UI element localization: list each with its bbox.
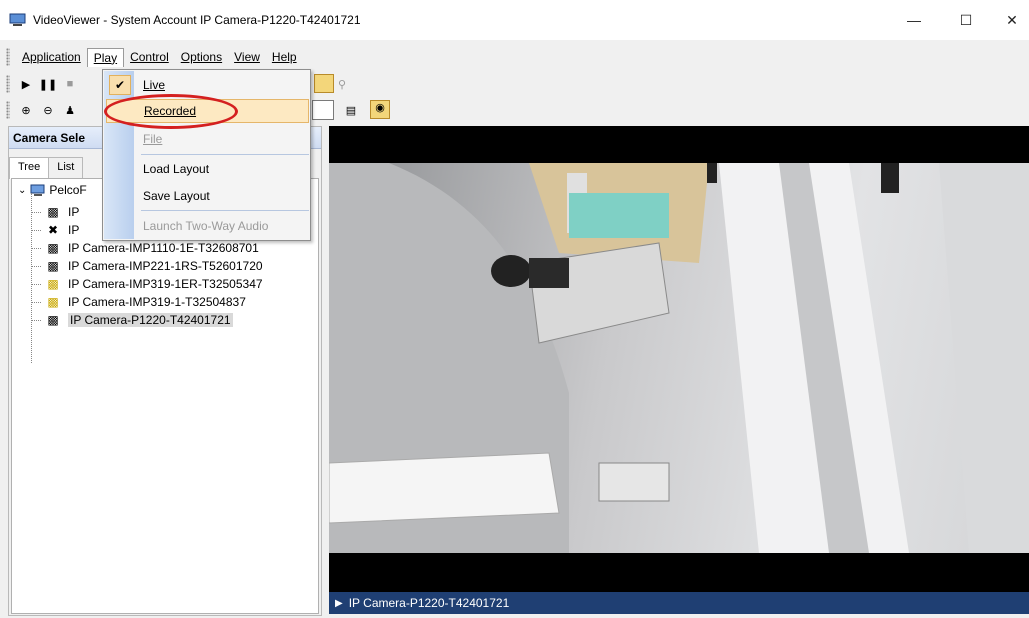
tree-root-node[interactable]: ⌄ PelcoF [18, 183, 87, 197]
play-icon[interactable]: ▶ [16, 75, 36, 93]
camera-label: IP Camera-IMP221-1RS-T52601720 [68, 259, 263, 273]
tree-node-camera[interactable]: ▩ IP Camera-IMP319-1-T32504837 [42, 295, 246, 309]
camera-label: IP Camera-IMP319-1ER-T32505347 [68, 277, 263, 291]
chevron-down-icon[interactable]: ⌄ [18, 185, 26, 196]
camera-label: IP Camera-P1220-T42401721 [68, 313, 233, 327]
export-icon[interactable]: ▤ [341, 101, 361, 119]
camera-icon: ▩ [47, 313, 59, 327]
menu-control[interactable]: Control [124, 48, 175, 66]
play-indicator-icon: ▶ [335, 597, 343, 609]
menu-item-file[interactable]: File [106, 127, 309, 151]
tree-branch [32, 320, 41, 321]
tree-node-camera[interactable]: ▩ IP [42, 205, 79, 219]
menu-options[interactable]: Options [175, 48, 228, 66]
camera-label: IP Camera-IMP1110-1E-T32608701 [68, 241, 259, 255]
pause-icon[interactable]: ❚❚ [38, 75, 58, 93]
toolbar2-grip[interactable] [6, 101, 10, 119]
layout-grid-icon[interactable] [314, 74, 334, 93]
toolbar-grip[interactable] [6, 75, 10, 93]
menu-item-live[interactable]: ✔ Live [106, 73, 309, 97]
tree-branch [32, 248, 41, 249]
menubar-grip[interactable] [6, 48, 10, 66]
camera-label: IP [68, 205, 80, 219]
video-image [329, 163, 1029, 553]
menu-view[interactable]: View [228, 48, 266, 66]
maximize-button[interactable]: ☐ [943, 0, 989, 40]
camera-offline-icon: ✖ [47, 223, 59, 237]
close-button[interactable]: ✕ [989, 0, 1029, 40]
minimize-button[interactable]: — [891, 0, 937, 40]
menu-item-live-label: Live [143, 78, 166, 92]
video-viewport[interactable] [329, 126, 1029, 592]
menu-item-launch-two-way-audio-label: Launch Two-Way Audio [143, 219, 269, 233]
menu-separator [141, 154, 309, 155]
tree-node-camera[interactable]: ▩ IP Camera-IMP1110-1E-T32608701 [42, 241, 259, 255]
tree-branch [32, 266, 41, 267]
app-monitor-icon [9, 13, 26, 26]
panel-tabs: Tree List [9, 157, 84, 179]
lock-icon[interactable]: ◉ [370, 100, 390, 119]
video-status-bar: ▶ IP Camera-P1220-T42401721 [329, 592, 1029, 614]
camera-icon: ▩ [47, 205, 59, 219]
menu-separator [141, 210, 309, 211]
camera-icon: ▩ [47, 259, 59, 273]
menu-item-save-layout[interactable]: Save Layout [106, 184, 309, 208]
tree-root-label: PelcoF [49, 183, 87, 197]
tree-branch [32, 212, 41, 213]
menu-item-load-layout-label: Load Layout [143, 162, 210, 176]
menu-item-file-label: File [143, 132, 163, 146]
tree-node-camera[interactable]: ▩ IP Camera-IMP221-1RS-T52601720 [42, 259, 263, 273]
user-icon[interactable]: ♟ [60, 101, 80, 119]
stop-icon[interactable]: ■ [60, 75, 80, 93]
menu-help[interactable]: Help [266, 48, 303, 66]
video-camera-label: IP Camera-P1220-T42401721 [348, 596, 510, 610]
tree-node-camera[interactable]: ✖ IP [42, 223, 79, 237]
camera-label: IP [68, 223, 80, 237]
camera-video-frame [329, 163, 1029, 553]
camera-warning-icon: ▩ [47, 295, 59, 309]
title-bar: VideoViewer - System Account IP Camera-P… [0, 0, 1029, 40]
annotation-circle [104, 94, 238, 129]
zoom-out-icon[interactable]: ⊖ [38, 101, 58, 119]
tree-branch [32, 284, 41, 285]
menu-item-save-layout-label: Save Layout [143, 189, 210, 203]
menu-bar: Application Play Control Options View He… [0, 46, 1029, 68]
camera-combo-input[interactable] [312, 100, 334, 120]
play-menu-dropdown: ✔ Live Recorded File Load Layout Save La… [102, 69, 311, 241]
menu-item-launch-two-way-audio[interactable]: Launch Two-Way Audio [106, 214, 309, 238]
tree-node-camera[interactable]: ▩ IP Camera-IMP319-1ER-T32505347 [42, 277, 263, 291]
camera-icon: ▩ [47, 241, 59, 255]
tab-tree[interactable]: Tree [9, 157, 50, 179]
menu-item-load-layout[interactable]: Load Layout [106, 157, 309, 181]
tree-node-camera-selected[interactable]: ▩ IP Camera-P1220-T42401721 [42, 313, 233, 327]
tree-branch [32, 230, 41, 231]
tab-list[interactable]: List [48, 157, 84, 179]
tree-branch [32, 302, 41, 303]
camera-tree: ⌄ PelcoF ▩ IP ✖ IP ▩ IP Camera-IMP1110-1… [11, 178, 319, 614]
camera-warning-icon: ▩ [47, 277, 59, 291]
checkmark-icon: ✔ [109, 75, 131, 95]
window-title: VideoViewer - System Account IP Camera-P… [33, 13, 361, 27]
video-viewer-window: VideoViewer - System Account IP Camera-P… [0, 0, 1029, 618]
menu-play[interactable]: Play [86, 47, 125, 67]
zoom-search-icon[interactable]: ⚲ [332, 75, 352, 93]
zoom-in-icon[interactable]: ⊕ [16, 101, 36, 119]
camera-label: IP Camera-IMP319-1-T32504837 [68, 295, 246, 309]
menu-application[interactable]: Application [16, 48, 87, 66]
